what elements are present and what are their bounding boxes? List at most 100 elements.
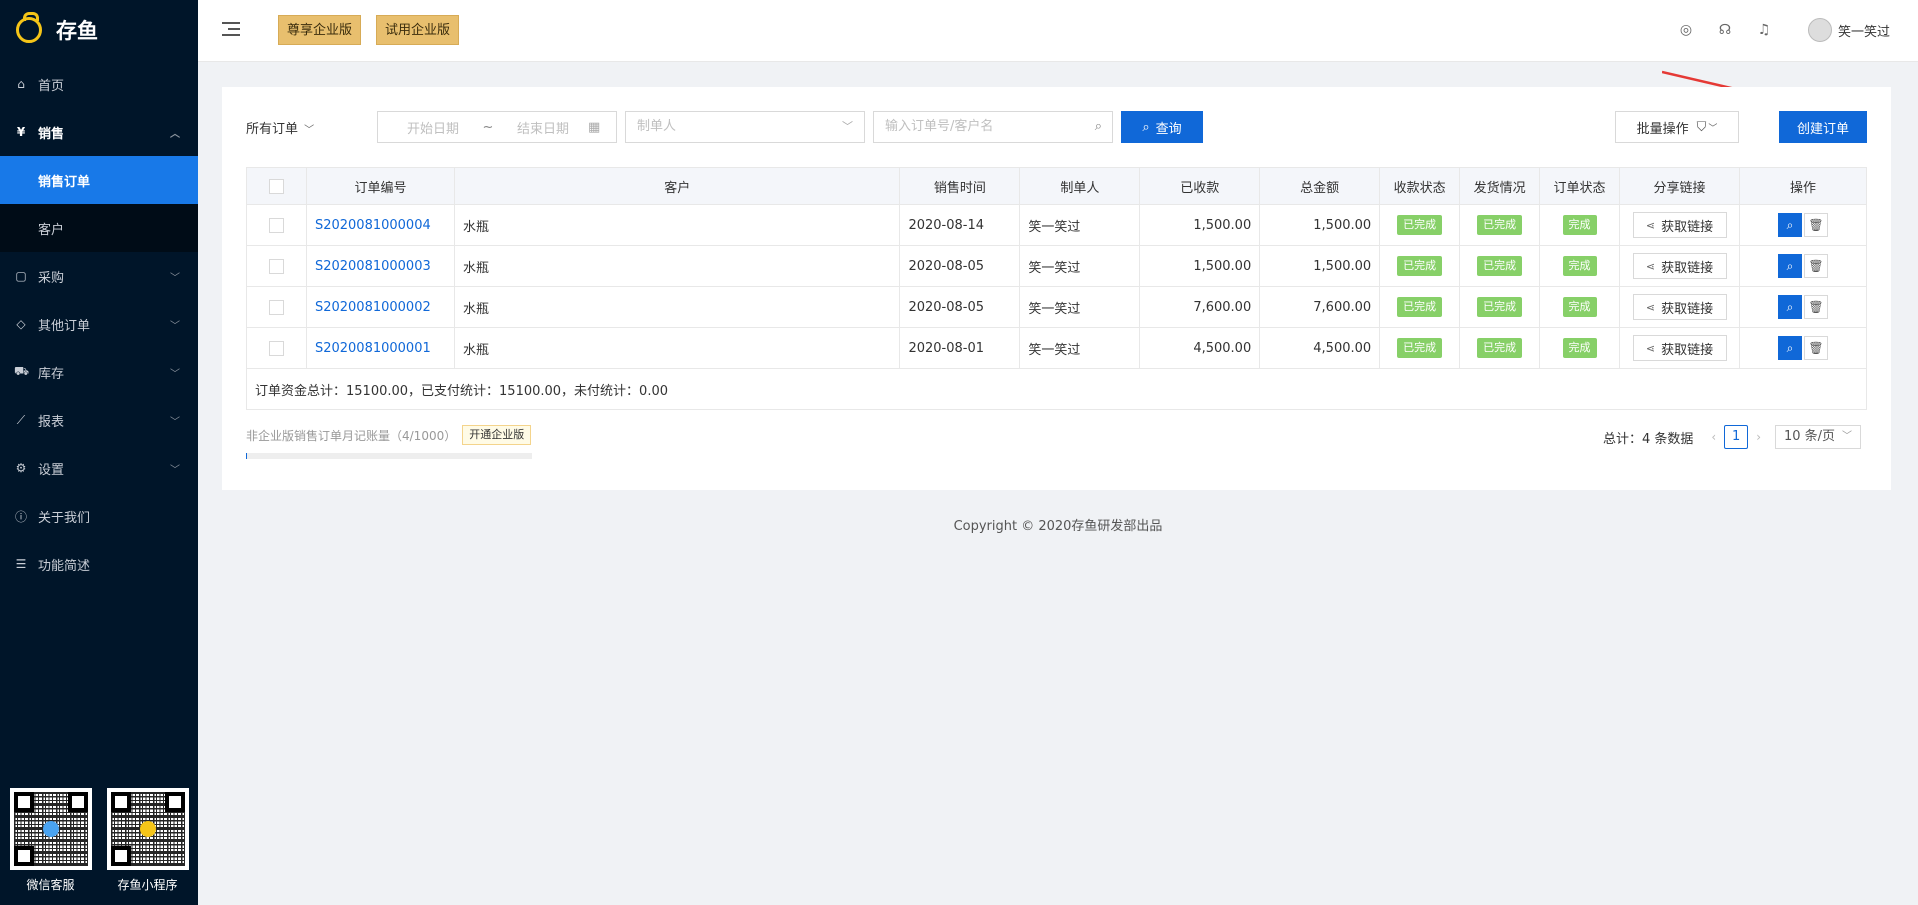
qr-label: 存鱼小程序 [117, 878, 178, 892]
maker-cell: 笑一笑过 [1019, 245, 1141, 287]
chevron-down-icon: ﹀ [170, 416, 180, 428]
sidebar-item-inventory[interactable]: ⛟ 库存 ﹀ [0, 348, 198, 396]
trial-edition-button[interactable]: 试用企业版 [376, 15, 460, 45]
status-badge: 已完成 [1477, 338, 1523, 358]
qr-codes: 微信客服 存鱼小程序 [0, 788, 198, 893]
top-header: 尊享企业版 试用企业版 ◎ ☊ ♫ 笑一笑过 [198, 0, 1918, 62]
col-sale-date: 销售时间 [899, 167, 1021, 205]
order-status-cell: 完成 [1539, 245, 1621, 287]
view-icon[interactable]: ⌕ [1778, 295, 1802, 319]
next-page-icon[interactable]: › [1756, 430, 1761, 444]
select-all-checkbox[interactable] [268, 178, 284, 194]
customer-cell: 水瓶 [453, 327, 901, 369]
pagination: 总计：4 条数据 ‹ 1 › 10 条/页 ﹀ [1603, 425, 1861, 449]
query-button[interactable]: ⌕ 查询 [1121, 111, 1203, 143]
row-checkbox[interactable] [268, 340, 284, 356]
sidebar-item-settings[interactable]: ⚙ 设置 ﹀ [0, 444, 198, 492]
date-cell: 2020-08-05 [899, 286, 1021, 328]
start-date-field[interactable]: 开始日期 [388, 118, 478, 137]
chevron-down-icon: ﹀ [170, 464, 180, 476]
batch-operation-button[interactable]: 批量操作 ⛉ ﹀ [1615, 111, 1739, 143]
col-ship-status: 发货情况 [1459, 167, 1541, 205]
row-checkbox[interactable] [268, 217, 284, 233]
status-badge: 完成 [1562, 215, 1597, 235]
trash-icon[interactable]: 🗑 [1804, 254, 1828, 278]
order-no-link[interactable]: S2020081000001 [315, 341, 431, 356]
compass-icon[interactable]: ◎ [1678, 22, 1694, 38]
get-link-button[interactable]: ⋖ 获取链接 [1632, 212, 1727, 238]
sidebar-item-customers[interactable]: 客户 [0, 204, 198, 252]
order-no-link[interactable]: S2020081000002 [315, 300, 431, 315]
status-badge: 已完成 [1477, 256, 1523, 276]
page-size-select[interactable]: 10 条/页 ﹀ [1775, 425, 1861, 449]
chevron-down-icon: ﹀ [1708, 123, 1718, 134]
sidebar-item-label: 功能简述 [38, 558, 91, 574]
bell-icon[interactable]: ♫ [1756, 22, 1772, 38]
ship-status-cell: 已完成 [1459, 286, 1541, 328]
table-row: S2020081000001 水瓶 2020-08-01 笑一笑过 4,500.… [246, 327, 1867, 369]
sidebar-item-about[interactable]: ⓘ 关于我们 [0, 492, 198, 540]
trash-icon[interactable]: 🗑 [1804, 336, 1828, 360]
get-link-button[interactable]: ⋖ 获取链接 [1632, 253, 1727, 279]
total-cell: 7,600.00 [1259, 286, 1381, 328]
maker-placeholder: 制单人 [637, 119, 677, 134]
user-menu[interactable]: 笑一笑过 [1807, 18, 1890, 42]
total-cell: 1,500.00 [1259, 204, 1381, 246]
order-no-link[interactable]: S2020081000004 [315, 218, 431, 233]
sidebar-item-features[interactable]: ☰ 功能简述 [0, 540, 198, 588]
menu-collapse-icon[interactable] [222, 22, 240, 38]
search-input[interactable]: 输入订单号/客户名 ⌕ [873, 111, 1113, 143]
summary-text: 订单资金总计：15100.00，已支付统计：15100.00，未付统计：0.00 [246, 368, 1867, 410]
view-icon[interactable]: ⌕ [1778, 213, 1802, 237]
col-received: 已收款 [1139, 167, 1261, 205]
sidebar-item-reports[interactable]: ⟋ 报表 ﹀ [0, 396, 198, 444]
sidebar-item-home[interactable]: ⌂ 首页 [0, 60, 198, 108]
page-number-current[interactable]: 1 [1724, 425, 1749, 449]
get-link-button[interactable]: ⋖ 获取链接 [1632, 294, 1727, 320]
col-maker: 制单人 [1019, 167, 1141, 205]
sidebar-item-other-orders[interactable]: ◇ 其他订单 ﹀ [0, 300, 198, 348]
end-date-field[interactable]: 结束日期 [498, 118, 588, 137]
maker-cell: 笑一笑过 [1019, 286, 1141, 328]
view-icon[interactable]: ⌕ [1778, 336, 1802, 360]
headset-icon[interactable]: ☊ [1717, 22, 1733, 38]
customer-cell: 水瓶 [453, 245, 901, 287]
sidebar-item-label: 报表 [38, 414, 65, 430]
row-select-cell [246, 245, 307, 287]
logo[interactable]: 存鱼 [0, 0, 198, 60]
trash-icon[interactable]: 🗑 [1804, 213, 1828, 237]
order-no-cell: S2020081000001 [305, 327, 455, 369]
cart-icon: ⛟ [14, 364, 30, 378]
get-link-label: 获取链接 [1661, 260, 1714, 276]
ship-status-cell: 已完成 [1459, 245, 1541, 287]
col-total: 总金额 [1259, 167, 1381, 205]
actions-cell: ⌕ 🗑 [1739, 327, 1867, 369]
order-no-cell: S2020081000003 [305, 245, 455, 287]
maker-select[interactable]: 制单人 ﹀ [625, 111, 865, 143]
order-type-select[interactable]: 所有订单 ﹀ [246, 118, 314, 137]
search-placeholder: 输入订单号/客户名 [885, 119, 994, 134]
premium-edition-button[interactable]: 尊享企业版 [278, 15, 362, 45]
filter-bar: 所有订单 ﹀ 开始日期 ~ 结束日期 ▦ 制单人 ﹀ 输入订单号/客户名 ⌕ ⌕… [246, 111, 1867, 143]
col-order-no: 订单编号 [305, 167, 455, 205]
sidebar-item-sales[interactable]: ¥ 销售 ︿ [0, 108, 198, 156]
trash-icon[interactable]: 🗑 [1804, 295, 1828, 319]
usage-text: 非企业版销售订单月记账量（4/1000） [246, 428, 457, 443]
view-icon[interactable]: ⌕ [1778, 254, 1802, 278]
share-icon: ⋖ [1645, 341, 1656, 355]
get-link-button[interactable]: ⋖ 获取链接 [1632, 335, 1727, 361]
chevron-down-icon: ﹀ [1842, 431, 1852, 442]
sidebar-item-sales-orders[interactable]: 销售订单 [0, 156, 198, 204]
upgrade-enterprise-button[interactable]: 开通企业版 [462, 425, 532, 445]
create-order-button[interactable]: 创建订单 [1779, 111, 1867, 143]
prev-page-icon[interactable]: ‹ [1711, 430, 1716, 444]
date-range-picker[interactable]: 开始日期 ~ 结束日期 ▦ [377, 111, 617, 143]
date-cell: 2020-08-14 [899, 204, 1021, 246]
sidebar-item-purchase[interactable]: ▢ 采购 ﹀ [0, 252, 198, 300]
col-pay-status: 收款状态 [1379, 167, 1461, 205]
received-cell: 1,500.00 [1139, 245, 1261, 287]
row-checkbox[interactable] [268, 258, 284, 274]
chevron-down-icon: ﹀ [842, 120, 853, 133]
order-no-link[interactable]: S2020081000003 [315, 259, 431, 274]
row-checkbox[interactable] [268, 299, 284, 315]
